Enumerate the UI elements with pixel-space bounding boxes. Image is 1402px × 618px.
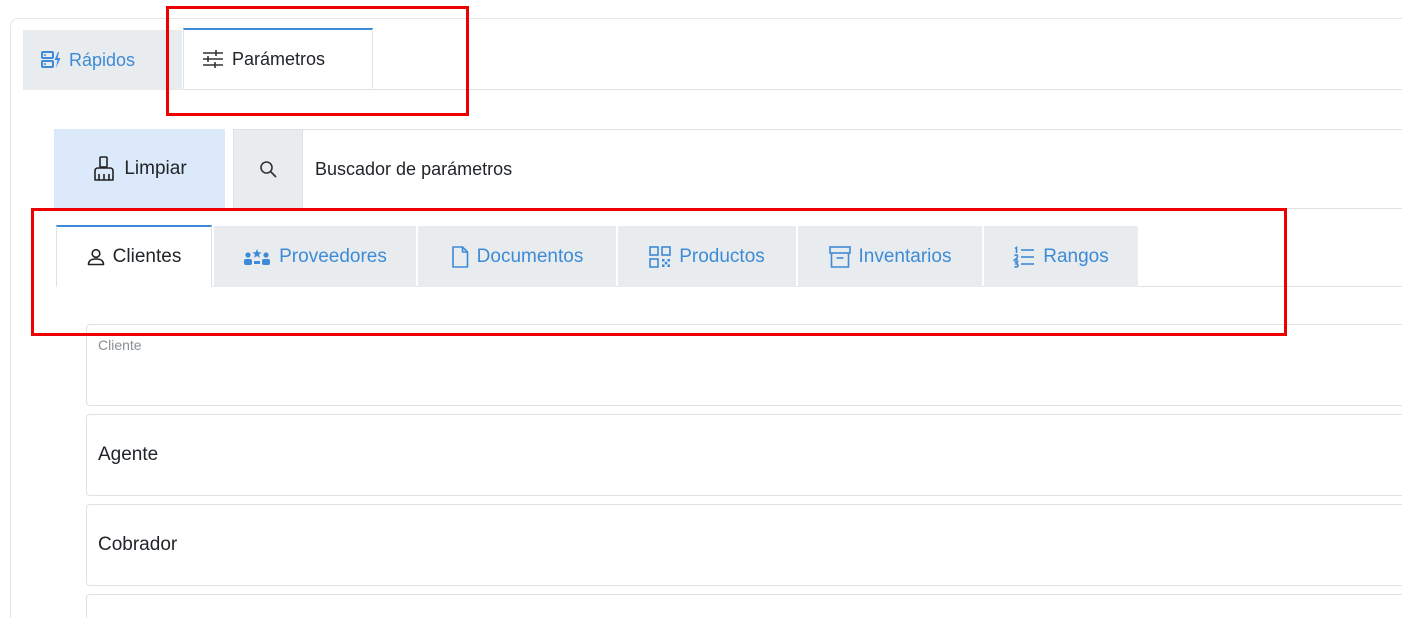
param-tab-bar: Clientes Proveedores Documentos Producto…: [56, 225, 1402, 287]
providers-icon: [243, 248, 271, 266]
broom-icon: [92, 156, 116, 182]
tab-productos-label: Productos: [679, 245, 765, 267]
tab-proveedores[interactable]: Proveedores: [214, 226, 416, 287]
search-input[interactable]: [303, 130, 1402, 208]
tab-rapidos[interactable]: Rápidos: [23, 30, 182, 90]
next-field[interactable]: [86, 594, 1402, 618]
cliente-field-label: Cliente: [98, 337, 142, 353]
tab-clientes[interactable]: Clientes: [56, 225, 212, 287]
archive-icon: [828, 245, 851, 268]
tab-parametros-label: Parámetros: [232, 48, 326, 69]
cliente-field[interactable]: Cliente: [86, 324, 1402, 406]
tab-parametros[interactable]: Parámetros: [183, 28, 373, 89]
cobrador-field-label: Cobrador: [98, 534, 178, 555]
tab-rangos-label: Rangos: [1043, 245, 1109, 267]
clear-button[interactable]: Limpiar: [54, 129, 225, 209]
qr-icon: [649, 245, 672, 268]
tab-inventarios[interactable]: Inventarios: [798, 226, 982, 287]
tab-proveedores-label: Proveedores: [279, 245, 387, 267]
tab-documentos[interactable]: Documentos: [418, 226, 616, 287]
search-group: [233, 129, 1402, 209]
search-addon: [234, 130, 303, 208]
agente-field[interactable]: Agente: [86, 414, 1402, 496]
sliders-icon: [202, 49, 224, 69]
clear-button-label: Limpiar: [124, 158, 187, 179]
document-icon: [451, 245, 469, 268]
quick-access-icon: [41, 51, 61, 69]
tab-documentos-label: Documentos: [476, 245, 584, 267]
tab-rangos[interactable]: Rangos: [984, 226, 1138, 287]
user-icon: [87, 248, 105, 266]
list-ordered-icon: [1013, 245, 1035, 268]
tab-inventarios-label: Inventarios: [858, 245, 952, 267]
tab-rapidos-label: Rápidos: [69, 49, 136, 70]
top-tab-bar: Rápidos Parámetros: [23, 28, 1402, 90]
tab-productos[interactable]: Productos: [618, 226, 796, 287]
cobrador-field[interactable]: Cobrador: [86, 504, 1402, 586]
search-icon: [259, 160, 277, 178]
tab-clientes-label: Clientes: [112, 245, 182, 267]
agente-field-label: Agente: [98, 444, 159, 465]
